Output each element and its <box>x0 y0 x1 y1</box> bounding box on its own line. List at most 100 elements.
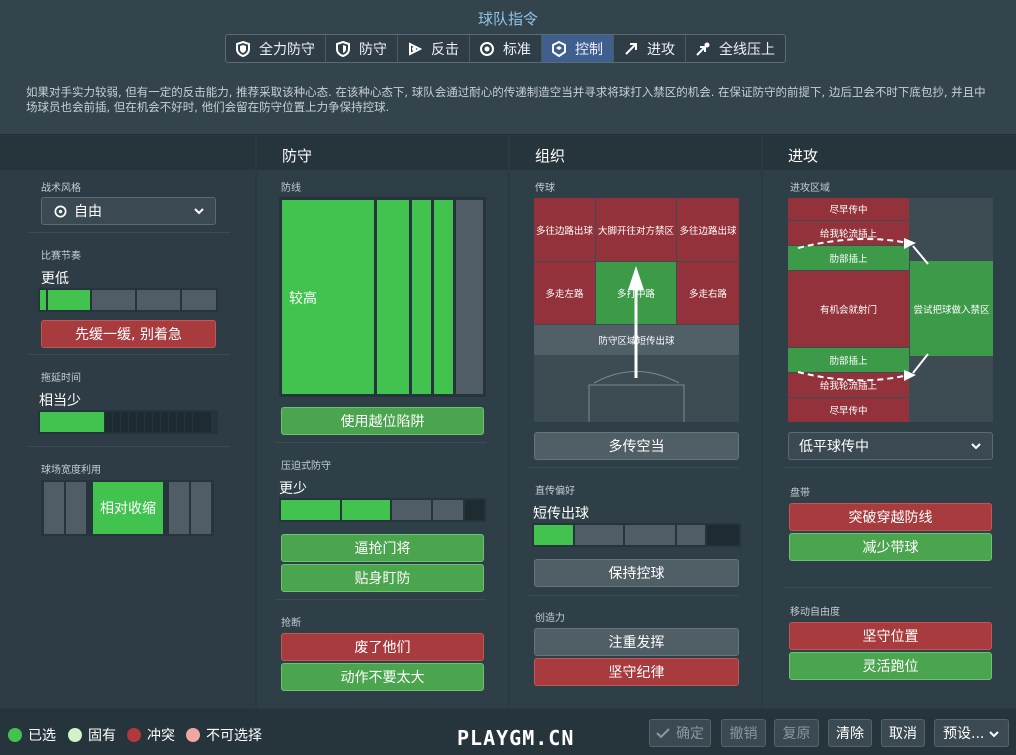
chevron-down-icon <box>971 443 981 450</box>
selected-dot <box>8 728 22 742</box>
conflict-dot <box>127 728 141 742</box>
defence-panel: 防守 防线 较高 使用越位陷阱 压迫式防守 更少 逼抢门将 贴身盯防 抢断 废了… <box>257 136 508 708</box>
line-label: 防线 <box>281 183 301 194</box>
shield-icon <box>336 40 350 57</box>
directness-slider[interactable] <box>532 523 741 547</box>
tempo-value: 更低 <box>41 271 69 287</box>
attack-heading: 进攻 <box>788 147 819 165</box>
legend-inherent: 固有 <box>68 725 116 745</box>
style-dropdown[interactable]: 自由 <box>41 197 216 225</box>
divider <box>275 599 486 600</box>
tab-control[interactable]: 控制 <box>542 35 614 62</box>
roam-button[interactable]: 灵活跑位 <box>789 652 992 680</box>
divider <box>28 232 230 233</box>
attack-panel: 进攻 进攻区域 尽早传中 给我轮流插上 肋部插上 有机会就射门 尝试把球做入禁区… <box>763 136 1016 708</box>
divider <box>28 354 230 355</box>
mentality-tabs: 全力防守 防守 反击 标准 控制 进攻 全线压上 <box>225 34 786 63</box>
tab-label: 反击 <box>431 41 459 58</box>
legend-conflict: 冲突 <box>127 725 175 745</box>
crossing-value: 低平球传中 <box>799 439 869 455</box>
width-selector[interactable]: 相对收缩 <box>41 480 214 536</box>
presets-dropdown[interactable]: 预设... <box>934 719 1009 747</box>
legend-unavailable: 不可选择 <box>186 725 262 745</box>
crossing-dropdown[interactable]: 低平球传中 <box>788 432 993 460</box>
stay-on-feet-button[interactable]: 动作不要太大 <box>281 663 484 691</box>
general-panel: 战术风格 自由 比赛节奏 更低 先缓一缓, 别着急 拖延时间 相当少 球场宽度利… <box>0 136 255 708</box>
redo-button[interactable]: 复原 <box>774 719 819 747</box>
directness-value: 短传出球 <box>533 506 589 522</box>
creative-label: 创造力 <box>535 613 565 624</box>
tab-label: 标准 <box>503 41 531 58</box>
organise-panel: 组织 传球 多往边路出球 大脚开往对方禁区 多往边路出球 多走左路 多打中路 多… <box>510 136 761 708</box>
tab-label: 全线压上 <box>719 41 775 58</box>
press-slider[interactable] <box>279 498 486 522</box>
offside-trap-button[interactable]: 使用越位陷阱 <box>281 407 484 435</box>
divider <box>28 446 230 447</box>
tab-defensive[interactable]: 防守 <box>326 35 398 62</box>
pass-into-space-button[interactable]: 多传空当 <box>534 432 739 460</box>
tempo-lower-button[interactable]: 先缓一缓, 别着急 <box>41 320 216 348</box>
divider <box>275 442 486 443</box>
style-label: 战术风格 <box>41 183 81 194</box>
press-keeper-button[interactable]: 逼抢门将 <box>281 534 484 562</box>
time-wasting-slider[interactable] <box>38 410 218 434</box>
pass-label: 传球 <box>535 183 555 194</box>
all-out-attack-icon <box>696 42 710 56</box>
zone-wide-right[interactable]: 多往边路出球 <box>677 198 739 261</box>
confirm-button[interactable]: 确定 <box>649 719 711 747</box>
chevron-down-icon <box>989 731 999 738</box>
style-value: 自由 <box>74 204 102 220</box>
dribble-less-button[interactable]: 减少带球 <box>789 533 992 561</box>
inherent-dot <box>68 728 82 742</box>
zone-right-flank[interactable]: 多走右路 <box>677 262 739 324</box>
tab-balanced[interactable]: 标准 <box>470 35 542 62</box>
defence-heading: 防守 <box>282 147 313 165</box>
tab-label: 进攻 <box>647 41 675 58</box>
attack-arrow-icon <box>625 42 637 55</box>
attacking-pitch: 尽早传中 给我轮流插上 肋部插上 有机会就射门 尝试把球做入禁区 肋部插上 给我… <box>788 198 993 422</box>
retain-possession-button[interactable]: 保持控球 <box>534 559 739 587</box>
width-label: 球场宽度利用 <box>41 465 101 476</box>
tempo-slider[interactable] <box>38 288 218 312</box>
run-at-defence-button[interactable]: 突破穿越防线 <box>789 503 992 531</box>
tight-marking-button[interactable]: 贴身盯防 <box>281 564 484 592</box>
watermark: PLAYGM.CN <box>457 726 575 750</box>
attack-zone-label: 进攻区域 <box>790 183 830 194</box>
balanced-icon <box>480 41 494 56</box>
press-label: 压迫式防守 <box>281 461 331 472</box>
zone-left-flank[interactable]: 多走左路 <box>534 262 595 324</box>
tab-label: 控制 <box>575 41 603 58</box>
directness-label: 直传偏好 <box>535 486 575 497</box>
divider <box>784 587 992 588</box>
tab-counter[interactable]: 反击 <box>398 35 470 62</box>
dribble-label: 盘带 <box>790 488 810 499</box>
passing-pitch: 多往边路出球 大脚开往对方禁区 多往边路出球 多走左路 多打中路 多走右路 防守… <box>534 198 739 422</box>
divider <box>528 595 739 596</box>
undo-button[interactable]: 撤销 <box>721 719 766 747</box>
tab-attacking[interactable]: 进攻 <box>614 35 686 62</box>
tackle-label: 抢断 <box>281 618 301 629</box>
tab-very-defensive[interactable]: 全力防守 <box>226 35 326 62</box>
legend-selected: 已选 <box>8 725 56 745</box>
organise-heading: 组织 <box>535 147 566 165</box>
cycle-icon <box>54 205 67 218</box>
cancel-button[interactable]: 取消 <box>881 719 925 747</box>
pass-arrow <box>628 266 644 378</box>
tab-very-attacking[interactable]: 全线压上 <box>686 35 785 62</box>
tab-label: 全力防守 <box>259 41 315 58</box>
mentality-description: 如果对手实力较弱, 但有一定的反击能力, 推荐采取该种心态. 在该种心态下, 球… <box>26 85 986 114</box>
tempo-label: 比赛节奏 <box>41 251 81 262</box>
get-stuck-in-button[interactable]: 废了他们 <box>281 633 484 661</box>
time-wasting-value: 相当少 <box>39 393 81 409</box>
clear-button[interactable]: 清除 <box>828 719 872 747</box>
check-icon <box>656 728 670 739</box>
width-value: 相对收缩 <box>100 501 156 517</box>
general-header <box>0 136 255 170</box>
hold-position-button[interactable]: 坚守位置 <box>789 622 992 650</box>
time-wasting-label: 拖延时间 <box>41 373 81 384</box>
be-expressive-button[interactable]: 注重发挥 <box>534 628 739 656</box>
line-value: 较高 <box>289 291 317 307</box>
defensive-line-selector[interactable]: 较高 <box>279 197 486 397</box>
be-disciplined-button[interactable]: 坚守纪律 <box>534 658 739 686</box>
zone-wide-left[interactable]: 多往边路出球 <box>534 198 595 261</box>
